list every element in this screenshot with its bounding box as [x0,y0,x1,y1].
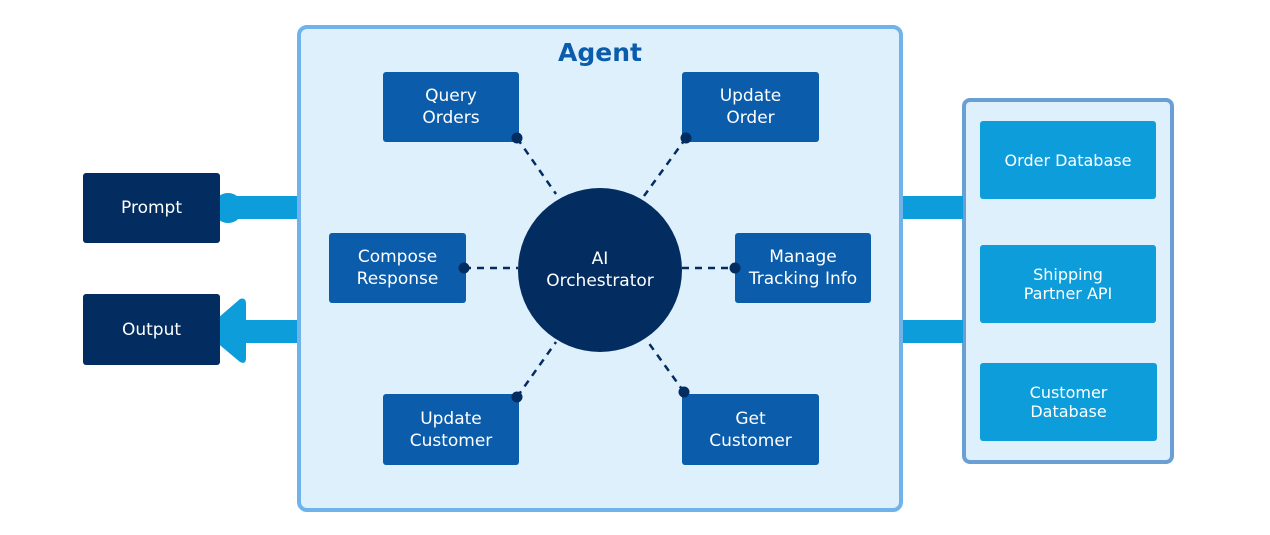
resource-customer-database: Customer Database [980,363,1157,441]
dot-get-customer [678,386,690,398]
resource-order-database: Order Database [980,121,1156,199]
dot-manage-tracking [729,262,741,274]
dot-update-order [680,132,692,144]
resource-shipping-partner-api: Shipping Partner API [980,245,1156,323]
dot-query-orders [511,132,523,144]
dot-compose-response [458,262,470,274]
dot-update-customer [511,391,523,403]
